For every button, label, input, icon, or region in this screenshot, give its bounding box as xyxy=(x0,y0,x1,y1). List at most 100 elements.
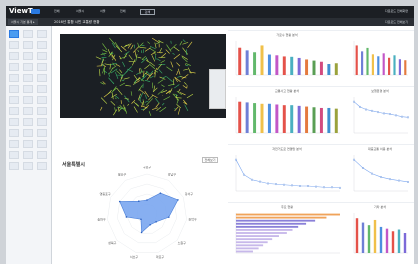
bar xyxy=(404,60,407,75)
road-segment xyxy=(148,111,152,117)
chart-type-thumb[interactable] xyxy=(9,63,19,71)
road-segment xyxy=(151,55,156,62)
chart-panel[interactable]: 보행환경 분석 xyxy=(346,86,414,144)
chart-type-thumb[interactable] xyxy=(9,74,19,82)
road-network-map[interactable]: 012345 xyxy=(60,34,226,118)
chart-type-thumb[interactable] xyxy=(37,96,47,104)
chart-type-thumb[interactable] xyxy=(37,151,47,159)
line-series xyxy=(353,101,409,118)
road-segment xyxy=(127,103,130,106)
line-point xyxy=(251,178,254,181)
line-point xyxy=(283,183,286,186)
chart-type-thumb[interactable] xyxy=(23,30,33,38)
hbar xyxy=(236,219,316,222)
road-segment xyxy=(137,42,140,48)
chart-type-thumb[interactable] xyxy=(37,74,47,82)
chart-panel[interactable]: 대중교통 이용 분석 xyxy=(346,144,414,202)
road-segment xyxy=(154,55,157,60)
road-segment xyxy=(133,101,139,107)
road-segment xyxy=(95,56,102,60)
chart-type-thumb[interactable] xyxy=(9,96,19,104)
chart-svg xyxy=(234,155,341,192)
chart-type-thumb[interactable] xyxy=(9,151,19,159)
chart-type-thumb[interactable] xyxy=(9,85,19,93)
road-segment xyxy=(111,86,117,94)
chart-type-thumb[interactable] xyxy=(23,162,33,170)
chart-type-thumb[interactable] xyxy=(23,107,33,115)
chart-type-thumb[interactable] xyxy=(9,107,19,115)
chart-type-thumb[interactable] xyxy=(23,63,33,71)
hbar xyxy=(236,216,327,219)
road-segment xyxy=(119,56,127,60)
road-segment xyxy=(141,57,148,64)
chart-type-thumb[interactable] xyxy=(23,96,33,104)
bar xyxy=(334,63,338,75)
chart-type-thumb[interactable] xyxy=(9,30,19,38)
map-canvas[interactable]: 012345 xyxy=(60,34,226,118)
road-segment xyxy=(177,68,181,75)
chart-panel[interactable]: 자전거도로 연결망 분석 xyxy=(228,144,346,202)
road-segment xyxy=(115,97,117,100)
chart-type-thumb[interactable] xyxy=(37,85,47,93)
hbar xyxy=(236,222,307,225)
chart-type-thumb[interactable] xyxy=(23,74,33,82)
chart-type-thumb[interactable] xyxy=(9,118,19,126)
chart-type-thumb[interactable] xyxy=(37,30,47,38)
chart-type-thumb[interactable] xyxy=(9,162,19,170)
road-segment xyxy=(154,98,160,104)
bar xyxy=(275,104,279,133)
chart-type-thumb[interactable] xyxy=(37,162,47,170)
chart-type-thumb[interactable] xyxy=(9,52,19,60)
chart-type-thumb[interactable] xyxy=(9,140,19,148)
top-right-actions[interactable]: 다운로드 전체화면 xyxy=(385,9,408,13)
bar xyxy=(282,105,286,133)
chart-svg xyxy=(235,97,340,134)
chart-panel[interactable]: 주요 현황 xyxy=(228,202,346,264)
chart-svg xyxy=(353,41,408,76)
road-segment xyxy=(139,46,147,49)
chart-type-thumb[interactable] xyxy=(23,151,33,159)
search-button[interactable]: 검색 xyxy=(140,9,155,15)
chart-panel[interactable] xyxy=(346,30,414,86)
bar xyxy=(334,108,338,133)
chart-panel[interactable]: 가로수 현황 분석 xyxy=(228,30,346,86)
chart-type-thumb[interactable] xyxy=(37,41,47,49)
chart-type-thumb[interactable] xyxy=(37,107,47,115)
chart-type-thumb[interactable] xyxy=(37,140,47,148)
chart-type-thumb[interactable] xyxy=(37,118,47,126)
filter-select-2[interactable]: 서울시 xyxy=(76,9,84,14)
chart-type-thumb[interactable] xyxy=(23,41,33,49)
filter-select-4[interactable]: 전체 xyxy=(120,9,126,14)
road-segment xyxy=(173,53,181,60)
road-segment xyxy=(184,82,187,85)
chart-type-thumb[interactable] xyxy=(23,140,33,148)
road-segment xyxy=(162,76,167,79)
radar-view-button[interactable]: 전체보기 xyxy=(202,157,218,163)
road-segment xyxy=(133,74,138,81)
filter-select-3[interactable]: 서울 xyxy=(100,9,106,14)
road-segment xyxy=(173,46,180,52)
road-segment xyxy=(104,63,111,66)
chart-panel[interactable]: 교통사고 현황 분석 xyxy=(228,86,346,144)
chart-type-thumb[interactable] xyxy=(23,118,33,126)
road-segment xyxy=(155,41,161,45)
chart-type-thumb[interactable] xyxy=(23,85,33,93)
chart-type-thumb[interactable] xyxy=(37,63,47,71)
bar xyxy=(238,101,242,133)
road-segment xyxy=(119,69,123,74)
chart-type-thumb[interactable] xyxy=(23,52,33,60)
hbar xyxy=(236,244,264,247)
subbar-actions[interactable]: 다운로드 전체보기 xyxy=(385,20,408,24)
road-segment xyxy=(116,87,123,96)
road-segment xyxy=(149,45,156,50)
filter-select-1[interactable]: 전체 xyxy=(54,9,60,14)
chart-type-thumb[interactable] xyxy=(9,129,19,137)
chart-type-thumb[interactable] xyxy=(23,129,33,137)
chart-type-thumb[interactable] xyxy=(9,41,19,49)
breadcrumb-tab[interactable]: 서울시 기본 통계 ▸ xyxy=(8,19,38,25)
chart-panel[interactable]: 기타 분석 xyxy=(346,202,414,264)
radar-point xyxy=(125,216,128,218)
road-segment xyxy=(107,89,112,95)
chart-type-thumb[interactable] xyxy=(37,129,47,137)
chart-type-thumb[interactable] xyxy=(37,52,47,60)
